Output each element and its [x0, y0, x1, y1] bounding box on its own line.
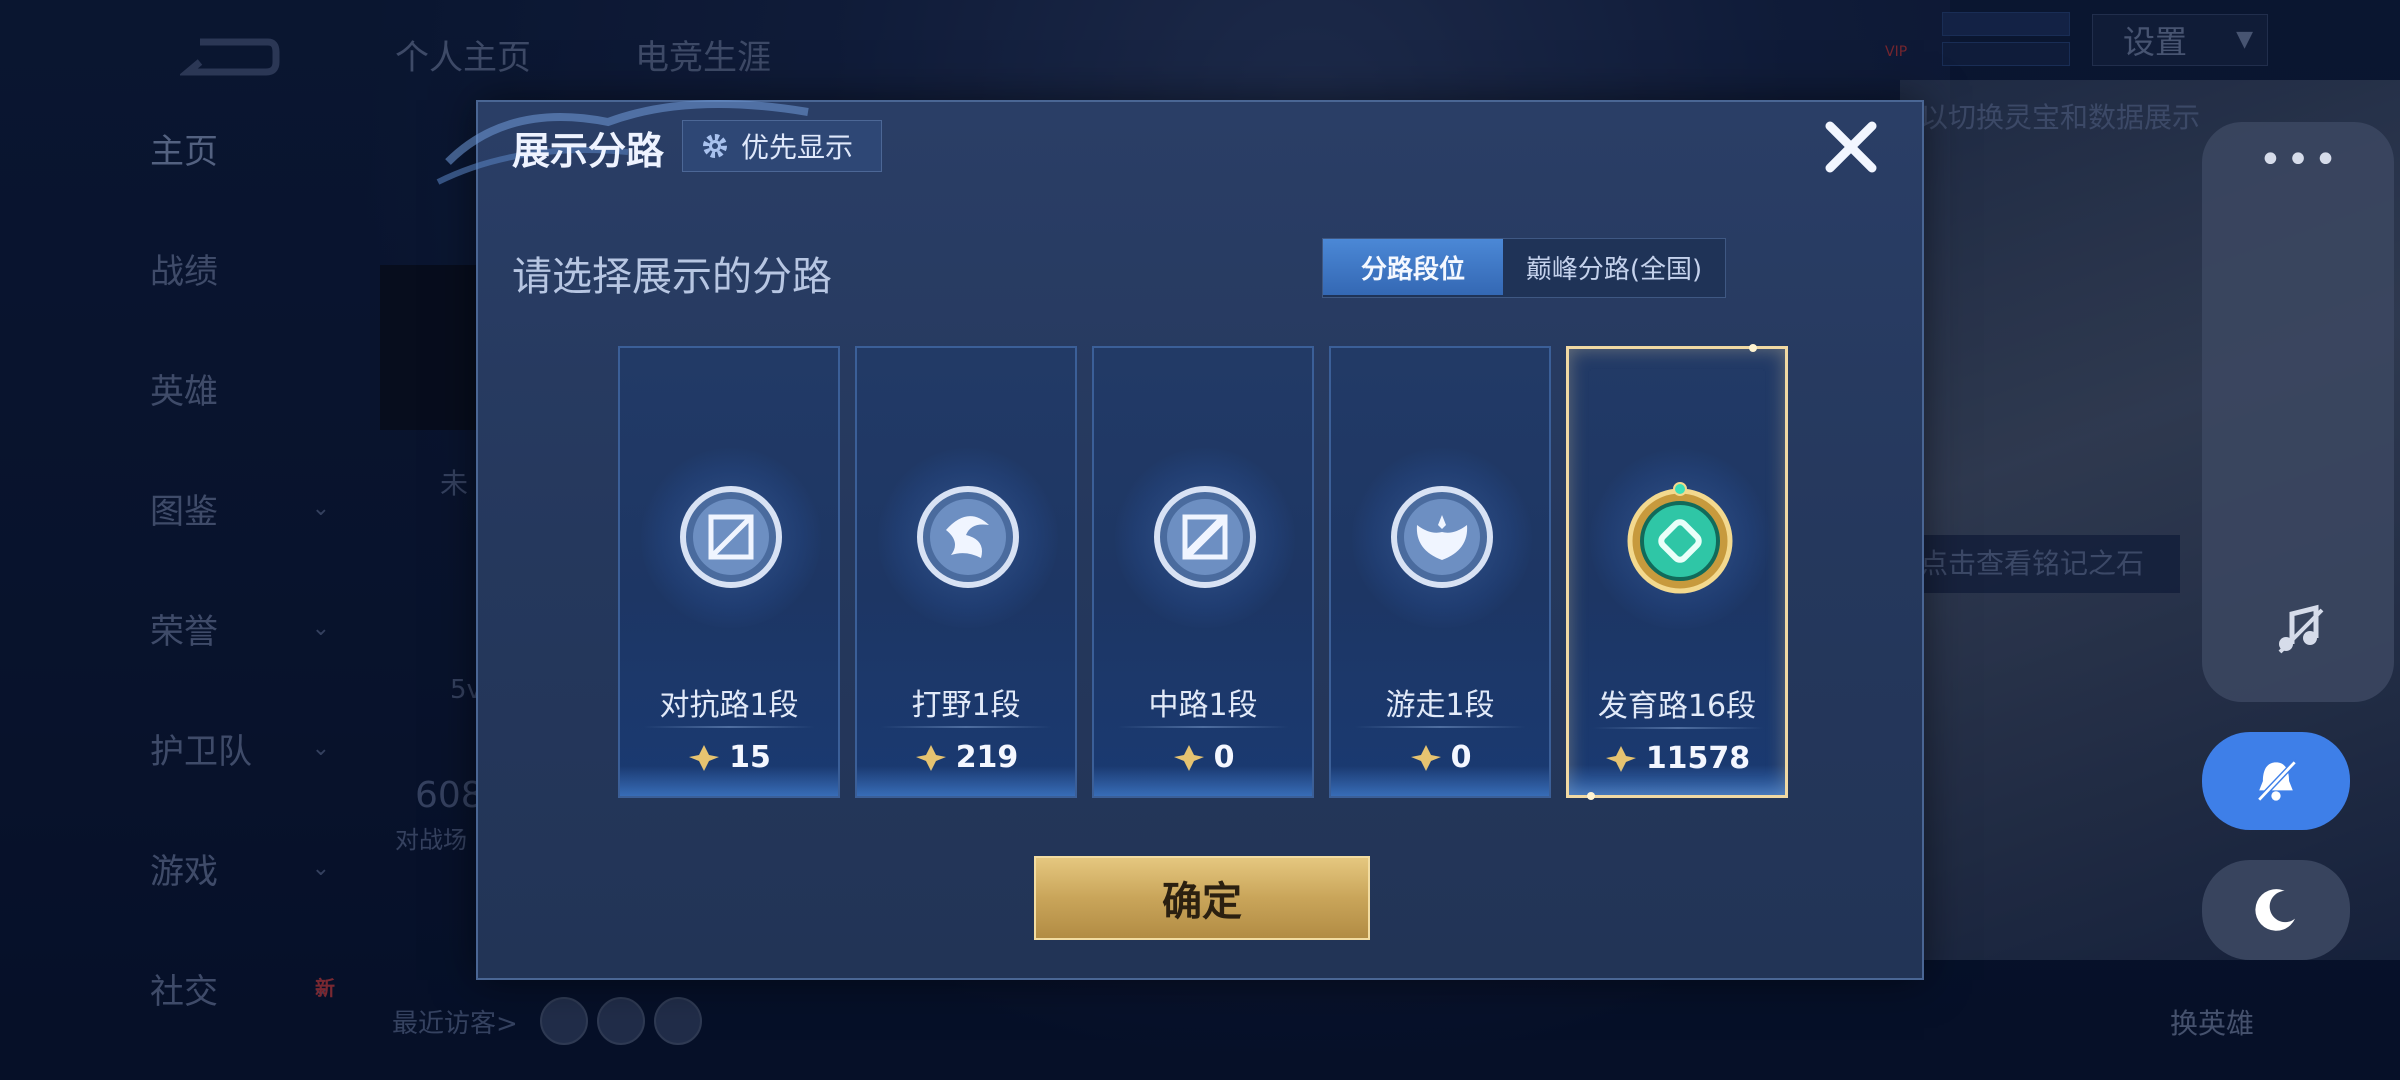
lane-display-dialog: 展示分路 优先显示 请选择展示的分路 分路段位 巅峰分路(全国) 对抗路1段 15…	[436, 100, 1924, 980]
bell-off-icon	[2255, 758, 2299, 804]
music-off-icon[interactable]	[2270, 600, 2330, 660]
priority-display-button[interactable]: 优先显示	[682, 120, 882, 172]
lane-rank-label: 打野1段	[911, 688, 1021, 723]
divider	[1593, 727, 1763, 729]
mute-notifications-button[interactable]	[2202, 732, 2350, 830]
confirm-button[interactable]: 确定	[1034, 856, 1370, 940]
lane-rank-label: 游走1段	[1385, 688, 1495, 723]
lane-rank-label: 对抗路1段	[659, 688, 799, 723]
divider	[1355, 726, 1525, 728]
segment-peak-lane[interactable]: 巅峰分路(全国)	[1503, 239, 1725, 295]
gold-jade-emblem-icon	[1623, 481, 1737, 595]
moon-icon	[2255, 889, 2296, 931]
dialog-subtitle: 请选择展示的分路	[512, 254, 832, 300]
lane-rank-label: 中路1段	[1148, 688, 1258, 723]
lane-card[interactable]: 打野1段 219	[855, 346, 1077, 798]
gear-icon	[703, 134, 727, 158]
sword-shield-emblem-icon	[674, 480, 788, 594]
divider	[644, 726, 814, 728]
card-bottom-glow	[857, 766, 1075, 796]
wings-emblem-icon	[1385, 480, 1499, 594]
lane-card[interactable]: 中路1段 0	[1092, 346, 1314, 798]
lane-card[interactable]: 发育路16段 11578	[1566, 344, 1788, 800]
divider	[1118, 726, 1288, 728]
more-options-icon[interactable]: •••	[2240, 140, 2360, 190]
display-mode-segmented-control: 分路段位 巅峰分路(全国)	[1322, 238, 1726, 298]
selection-corner-dot	[1749, 344, 1757, 352]
selection-corner-dot	[1587, 792, 1595, 800]
lane-card[interactable]: 游走1段 0	[1329, 346, 1551, 798]
priority-display-label: 优先显示	[741, 131, 854, 164]
lane-rank-label: 发育路16段	[1597, 689, 1757, 724]
close-button[interactable]	[1820, 116, 1882, 178]
card-bottom-glow	[620, 766, 838, 796]
card-bottom-glow	[1094, 766, 1312, 796]
card-bottom-glow	[1331, 766, 1549, 796]
dragon-emblem-icon	[911, 480, 1025, 594]
dark-mode-button[interactable]	[2202, 860, 2350, 960]
close-icon	[1825, 121, 1877, 173]
card-bottom-glow	[1569, 765, 1785, 795]
divider	[881, 726, 1051, 728]
segment-lane-rank[interactable]: 分路段位	[1323, 239, 1503, 295]
lane-card-list: 对抗路1段 15 打野1段 219 中路1段 0 游走1段 0 发育路16段 11578	[618, 344, 1788, 800]
lane-card[interactable]: 对抗路1段 15	[618, 346, 840, 798]
staff-emblem-icon	[1148, 480, 1262, 594]
dialog-title: 展示分路	[512, 129, 665, 173]
